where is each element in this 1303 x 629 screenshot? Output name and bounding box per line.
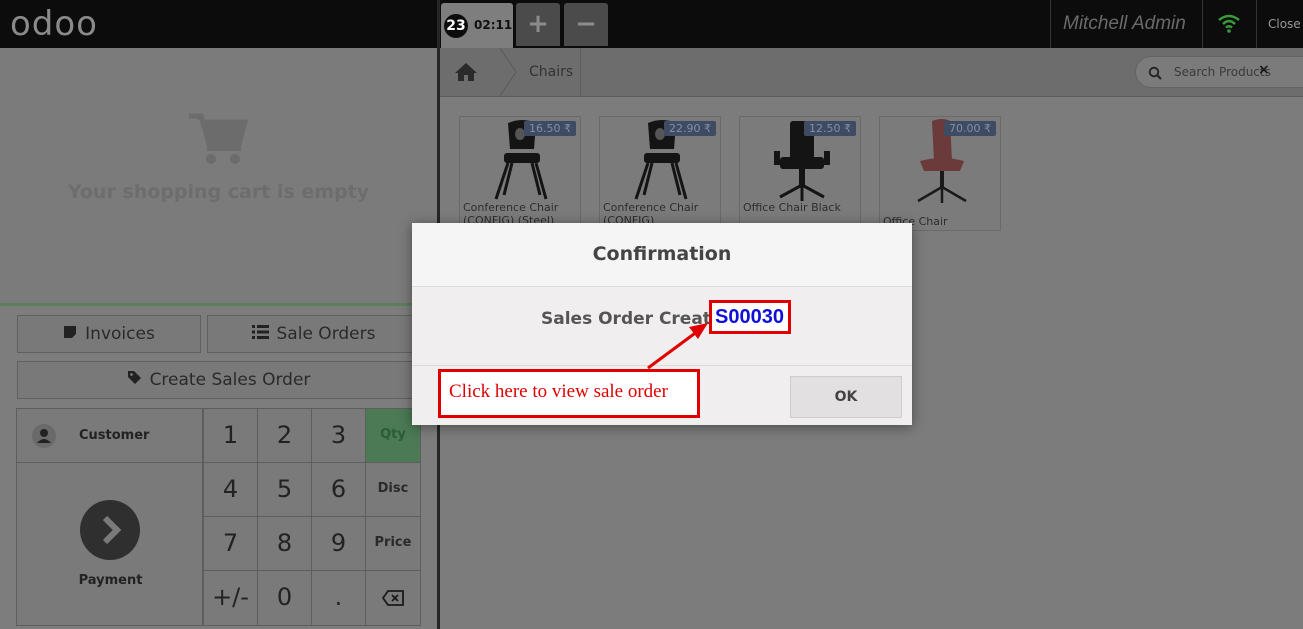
home-icon[interactable] (454, 62, 478, 86)
sale-orders-button[interactable]: Sale Orders (207, 315, 420, 353)
add-order-button[interactable]: + (516, 3, 560, 46)
order-time: 02:11 (474, 18, 513, 32)
product-price: 22.90 ₹ (664, 121, 716, 136)
product-price: 70.00 ₹ (944, 121, 996, 136)
payment-label: Payment (78, 573, 143, 588)
sales-order-reference[interactable]: S00030 (715, 306, 784, 329)
tag-icon (127, 362, 142, 398)
clear-search-icon[interactable]: × (1258, 62, 1270, 78)
dialog-header: Confirmation (412, 223, 912, 287)
odoo-logo: odoo (10, 4, 98, 44)
cart-divider (0, 303, 437, 306)
backspace-icon (381, 590, 404, 610)
search-icon (1148, 65, 1162, 84)
numpad-key-5[interactable]: 5 (257, 462, 312, 517)
numpad-key-dot[interactable]: . (311, 570, 366, 626)
note-icon (63, 316, 77, 352)
numpad-key-6[interactable]: 6 (311, 462, 366, 517)
sale-orders-label: Sale Orders (276, 324, 376, 344)
payment-button[interactable]: Payment (16, 462, 203, 626)
customer-label: Customer (79, 428, 150, 443)
annotation-callout: Click here to view sale order (438, 369, 700, 418)
search-input[interactable]: Search Products (1174, 65, 1271, 79)
numpad-key-7[interactable]: 7 (203, 516, 258, 571)
breadcrumb-chevron-icon (499, 48, 517, 96)
numpad-key-3[interactable]: 3 (311, 408, 366, 463)
list-icon (251, 316, 269, 352)
numpad-key-1[interactable]: 1 (203, 408, 258, 463)
invoices-button[interactable]: Invoices (17, 315, 201, 353)
backspace-button[interactable] (365, 570, 421, 626)
numpad-key-4[interactable]: 4 (203, 462, 258, 517)
sales-order-link[interactable]: S00030 (709, 300, 791, 334)
top-bar: odoo 23 02:11 + − Mitchell Admin Close (0, 0, 1303, 48)
close-button[interactable]: Close (1268, 17, 1301, 31)
numpad-key-0[interactable]: 0 (257, 570, 312, 626)
search-products[interactable]: Search Products × (1135, 56, 1303, 88)
dialog-title: Confirmation (592, 243, 732, 265)
cart-icon (187, 110, 249, 170)
empty-cart-message: Your shopping cart is empty (67, 181, 370, 203)
remove-order-button[interactable]: − (564, 3, 608, 46)
product-card[interactable]: 12.50 ₹ Office Chair Black (739, 116, 861, 231)
price-mode-button[interactable]: Price (365, 516, 421, 571)
user-name[interactable]: Mitchell Admin (1063, 13, 1186, 35)
product-name: Office Chair Black (743, 201, 841, 214)
order-cart: Your shopping cart is empty (0, 48, 437, 304)
numpad-key-8[interactable]: 8 (257, 516, 312, 571)
create-sales-order-label: Create Sales Order (149, 370, 311, 390)
breadcrumb-separator (580, 48, 581, 96)
topbar-separator (1256, 0, 1257, 48)
order-number-badge: 23 (444, 14, 468, 38)
ok-button[interactable]: OK (790, 376, 902, 418)
create-sales-order-button[interactable]: Create Sales Order (17, 361, 420, 399)
dialog-body: Sales Order Created: (412, 287, 912, 366)
invoices-label: Invoices (85, 324, 155, 344)
user-icon (32, 424, 56, 452)
customer-button[interactable]: Customer (16, 408, 203, 463)
product-card[interactable]: 70.00 ₹ Office Chair (879, 116, 1001, 231)
numpad-area: Customer Payment 1 2 3 Qty 4 5 6 Disc 7 … (16, 408, 421, 626)
numpad-key-sign[interactable]: +/- (203, 570, 258, 626)
chevron-right-icon (80, 500, 140, 564)
product-price: 12.50 ₹ (804, 121, 856, 136)
numpad-key-9[interactable]: 9 (311, 516, 366, 571)
disc-mode-button[interactable]: Disc (365, 462, 421, 517)
topbar-separator (1202, 0, 1203, 48)
order-tab[interactable]: 23 02:11 (441, 3, 513, 48)
annotation-text: Click here to view sale order (449, 381, 668, 402)
breadcrumb-category[interactable]: Chairs (529, 64, 573, 80)
product-card[interactable]: 22.90 ₹ Conference Chair (CONFIG) (Alumi… (599, 116, 721, 231)
breadcrumb: Chairs Search Products × (440, 48, 1303, 97)
product-price: 16.50 ₹ (524, 121, 576, 136)
wifi-icon[interactable] (1217, 13, 1241, 37)
numpad-key-2[interactable]: 2 (257, 408, 312, 463)
topbar-separator (1050, 0, 1051, 48)
product-card[interactable]: 16.50 ₹ Conference Chair (CONFIG) (Steel… (459, 116, 581, 231)
